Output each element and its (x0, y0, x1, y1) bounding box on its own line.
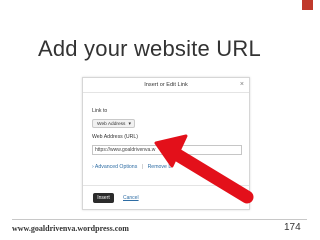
insert-link-dialog: Insert or Edit Link × Link to Web Addres… (82, 77, 250, 210)
chevron-down-icon: ▾ (128, 121, 131, 127)
remove-link[interactable]: Remove L (148, 164, 172, 170)
footer-divider (12, 219, 307, 220)
advanced-options-link[interactable]: Advanced Options (95, 164, 137, 170)
insert-button[interactable]: Insert (93, 193, 114, 203)
slide-title: Add your website URL (38, 36, 261, 61)
link-type-select[interactable]: Web Address ▾ (92, 119, 135, 128)
close-icon[interactable]: × (240, 81, 244, 88)
advanced-options-row: › Advanced Options | Remove L (92, 164, 171, 170)
link-to-label: Link to (92, 108, 108, 114)
url-input[interactable] (92, 145, 242, 155)
dialog-title: Insert or Edit Link (144, 82, 188, 88)
separator: | (141, 164, 144, 170)
url-label: Web Address (URL) (92, 134, 139, 140)
cancel-link[interactable]: Cancel (123, 195, 139, 201)
page-number: 174 (284, 222, 301, 233)
dialog-header: Insert or Edit Link × (83, 78, 249, 93)
chevron-right-icon: › (92, 164, 94, 170)
link-type-value: Web Address (97, 122, 126, 127)
footer-url: www.goaldrivenva.wordpress.com (12, 224, 129, 233)
accent-square (302, 0, 313, 10)
dialog-divider (83, 185, 249, 186)
